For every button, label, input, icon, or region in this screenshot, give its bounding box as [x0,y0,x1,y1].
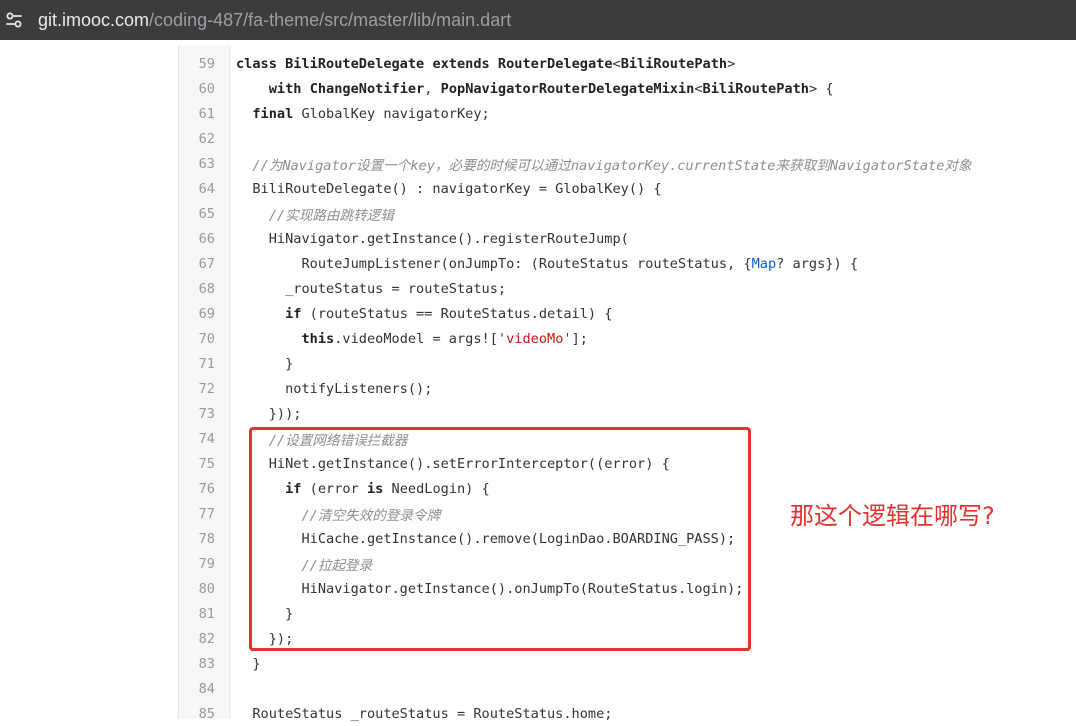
line-number: 81 [198,605,215,622]
line-number: 65 [198,205,215,222]
left-margin [0,46,178,719]
code-text: RouteStatus _routeStatus = RouteStatus.h… [236,705,613,722]
line-number: 69 [198,305,215,322]
line-number: 64 [198,180,215,197]
code-text: })); [236,405,302,422]
code-text: BiliRouteDelegate() : navigatorKey = Glo… [236,180,662,197]
line-number: 83 [198,655,215,672]
line-number: 77 [198,505,215,522]
code-line: 84 [178,676,972,701]
line-number: 59 [198,55,215,72]
tune-icon[interactable] [2,8,26,32]
code-text: final GlobalKey navigatorKey; [252,105,490,122]
line-number: 68 [198,280,215,297]
code-line: 60 with ChangeNotifier, PopNavigatorRout… [178,76,972,101]
code-line: 67 RouteJumpListener(onJumpTo: (RouteSta… [178,251,972,276]
url-text[interactable]: git.imooc.com/coding-487/fa-theme/src/ma… [38,10,511,31]
line-number: 72 [198,380,215,397]
address-bar[interactable]: git.imooc.com/coding-487/fa-theme/src/ma… [0,0,1076,40]
code-text: _routeStatus = routeStatus; [236,280,507,297]
line-number: 71 [198,355,215,372]
code-line: 68 _routeStatus = routeStatus; [178,276,972,301]
url-path: /coding-487/fa-theme/src/master/lib/main… [149,9,512,30]
line-number: 63 [198,155,215,172]
code-line: 59 class BiliRouteDelegate extends Router… [178,51,972,76]
line-number: 80 [198,580,215,597]
line-number: 85 [198,705,215,722]
line-number: 73 [198,405,215,422]
line-number: 76 [198,480,215,497]
code-line: 66 HiNavigator.getInstance().registerRou… [178,226,972,251]
line-number: 66 [198,230,215,247]
code-line: 73 })); [178,401,972,426]
code-line: 61 final GlobalKey navigatorKey; [178,101,972,126]
line-number: 61 [198,105,215,122]
code-text: this.videoModel = args!['videoMo']; [301,330,588,347]
code-line: 85 RouteStatus _routeStatus = RouteStatu… [178,701,972,726]
code-text: notifyListeners(); [236,380,433,397]
code-text: HiNavigator.getInstance().registerRouteJ… [236,230,629,247]
line-number: 67 [198,255,215,272]
line-number: 75 [198,455,215,472]
line-number: 74 [198,430,215,447]
code-line: 83 } [178,651,972,676]
line-number: 82 [198,630,215,647]
code-text: if (routeStatus == RouteStatus.detail) { [285,305,613,322]
line-number: 84 [198,680,215,697]
url-host: git.imooc.com [38,9,150,30]
line-number: 70 [198,330,215,347]
code-line: 70 this.videoModel = args!['videoMo']; [178,326,972,351]
code-text: RouteJumpListener(onJumpTo: (RouteStatus… [236,255,859,272]
code-line: 64 BiliRouteDelegate() : navigatorKey = … [178,176,972,201]
code-line: 69 if (routeStatus == RouteStatus.detail… [178,301,972,326]
code-text: class BiliRouteDelegate extends RouterDe… [236,55,736,72]
line-number: 60 [198,80,215,97]
code-line: 62 [178,126,972,151]
code-line: 63 //为Navigator设置一个key，必要的时候可以通过navigato… [178,151,972,176]
highlight-box [249,427,751,651]
code-text: with ChangeNotifier, PopNavigatorRouterD… [268,80,834,97]
line-number: 79 [198,555,215,572]
code-line: 71 } [178,351,972,376]
code-line: 65 //实现路由跳转逻辑 [178,201,972,226]
code-text: //为Navigator设置一个key，必要的时候可以通过navigatorKe… [252,157,972,174]
annotation-question: 那这个逻辑在哪写? [790,502,995,530]
line-number: 78 [198,530,215,547]
line-number: 62 [198,130,215,147]
code-line: 72 notifyListeners(); [178,376,972,401]
code-text: //实现路由跳转逻辑 [268,207,394,224]
code-text: } [236,355,294,372]
code-text: } [236,655,261,672]
